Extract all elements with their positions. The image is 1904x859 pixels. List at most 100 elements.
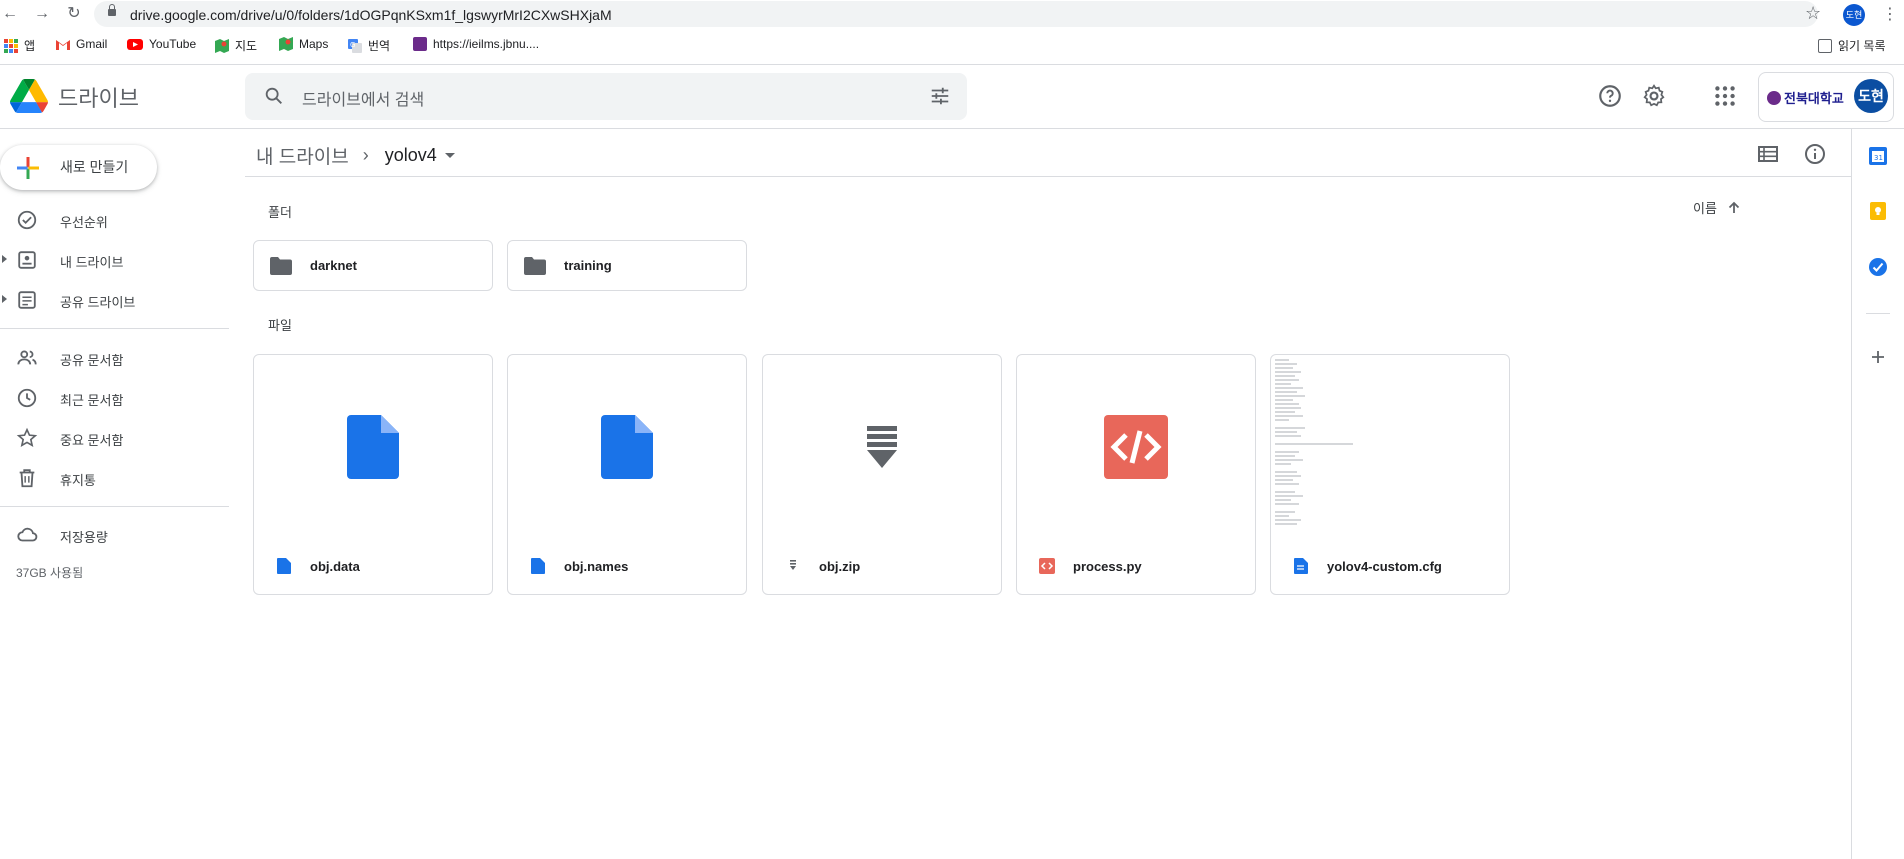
chevron-right-icon: › [362,144,369,165]
calendar-icon[interactable]: 31 [1868,146,1888,166]
breadcrumb-root[interactable]: 내 드라이브 [256,142,349,169]
expand-caret-icon[interactable] [2,295,7,303]
bookmark-map-ko[interactable]: 지도 [215,37,257,54]
bookmark-youtube[interactable]: YouTube [127,37,196,51]
folder-icon [524,257,546,275]
back-icon[interactable]: ← [0,4,20,24]
bookmark-gmail[interactable]: Gmail [56,37,107,51]
svg-text:31: 31 [1874,154,1883,162]
gmail-icon [56,39,70,50]
browser-menu-icon[interactable]: ⋮ [1882,4,1898,24]
app-name[interactable]: 드라이브 [58,81,139,113]
file-thumbnail [1271,355,1509,539]
plus-icon [17,157,39,179]
document-icon [277,558,291,574]
help-icon[interactable] [1597,83,1623,109]
drive-logo-icon[interactable] [10,79,48,113]
keep-icon[interactable] [1868,201,1888,221]
breadcrumb-current-folder[interactable]: yolov4 [385,145,437,166]
sidebar-item-recent[interactable]: 최근 문서함 [0,380,229,416]
folder-card[interactable]: darknet [253,240,493,291]
document-icon [531,558,545,574]
bookmark-maps[interactable]: Maps [279,37,328,51]
folder-name: darknet [310,258,357,273]
add-addon-icon[interactable] [1868,347,1888,367]
sidebar-item-label: 우선순위 [60,215,108,230]
org-name: 전북대학교 [1784,91,1844,106]
file-name-row: yolov4-custom.cfg [1271,539,1509,594]
sidebar-item-shared-drive[interactable]: 공유 드라이브 [0,282,229,318]
account-switcher[interactable]: 전북대학교 도현 [1758,72,1894,122]
my-drive-icon [18,251,36,269]
url-text[interactable]: drive.google.com/drive/u/0/folders/1dOGP… [130,7,612,23]
folders-section-label: 폴더 [268,205,292,220]
file-name: yolov4-custom.cfg [1327,559,1442,574]
file-thumbnail [1017,355,1255,539]
storage-usage-text: 37GB 사용됨 [16,566,84,580]
file-name-row: process.py [1017,539,1255,594]
browser-profile-avatar[interactable]: 도현 [1843,4,1865,26]
folder-card[interactable]: training [507,240,747,291]
file-name-row: obj.names [508,539,746,594]
file-card[interactable]: process.py [1016,354,1256,595]
sidebar-item-priority[interactable]: 우선순위 [0,202,229,238]
org-logo: 전북대학교 [1767,88,1844,107]
file-name: process.py [1073,559,1142,574]
search-bar[interactable]: 드라이브에서 검색 [245,73,967,120]
content-divider [245,176,1852,177]
files-section-label: 파일 [268,318,292,333]
reading-list-icon [1818,38,1832,53]
address-bar[interactable]: drive.google.com/drive/u/0/folders/1dOGP… [94,1,1818,27]
google-apps-icon[interactable] [1712,83,1738,109]
sidebar-item-starred[interactable]: 중요 문서함 [0,420,229,456]
bookmark-translate[interactable]: G 번역 [348,37,390,54]
bookmark-ieilms[interactable]: https://ieilms.jbnu.... [413,37,539,51]
file-card[interactable]: yolov4-custom.cfg [1270,354,1510,595]
reading-list[interactable]: 읽기 목록 [1818,37,1886,54]
translate-icon: G [348,38,362,53]
file-card[interactable]: obj.data [253,354,493,595]
search-input[interactable]: 드라이브에서 검색 [302,86,424,110]
sidebar-divider [0,328,229,329]
breadcrumb: 내 드라이브 › yolov4 [256,139,455,171]
file-card[interactable]: obj.names [507,354,747,595]
search-options-icon[interactable] [929,85,951,107]
new-button[interactable]: 새로 만들기 [0,145,157,190]
arrow-up-icon[interactable] [1727,201,1741,215]
code-icon [1039,558,1055,574]
sidebar-item-label: 중요 문서함 [60,433,124,448]
svg-text:G: G [350,41,355,49]
file-name-row: obj.zip [763,539,1001,594]
sidebar-item-trash[interactable]: 휴지통 [0,460,229,496]
apps-grid-icon [4,38,18,53]
bookmark-star-icon[interactable]: ☆ [1805,3,1821,24]
reload-icon[interactable]: ↻ [64,4,84,24]
search-icon[interactable] [263,85,285,107]
star-icon [16,427,38,447]
code-file-large-icon [1104,415,1168,479]
expand-caret-icon[interactable] [2,255,7,263]
file-name-row: obj.data [254,539,492,594]
bookmark-label: Gmail [76,37,108,51]
zip-icon [790,560,796,570]
drive-header: 드라이브 드라이브에서 검색 전북대학교 도현 [0,65,1904,129]
file-card[interactable]: obj.zip [762,354,1002,595]
sidebar-item-storage[interactable]: 저장용량 [0,517,229,553]
sort-control[interactable]: 이름 [1693,198,1741,217]
chevron-down-icon[interactable] [444,152,455,158]
tasks-icon[interactable] [1868,257,1888,277]
sidebar-item-shared-with-me[interactable]: 공유 문서함 [0,340,229,376]
cloud-icon [17,527,38,542]
file-name: obj.zip [819,559,861,574]
info-icon[interactable] [1803,142,1827,166]
sidebar-item-label: 공유 문서함 [60,353,124,368]
side-panel-rail: 31 [1851,129,1904,859]
forward-icon[interactable]: → [32,4,52,24]
avatar[interactable]: 도현 [1854,79,1888,113]
sidebar-item-my-drive[interactable]: 내 드라이브 [0,242,229,278]
bookmark-apps[interactable]: 앱 [4,37,35,54]
list-view-icon[interactable] [1756,142,1780,166]
people-icon [17,350,37,365]
sidebar-divider [0,506,229,507]
settings-gear-icon[interactable] [1641,83,1667,109]
